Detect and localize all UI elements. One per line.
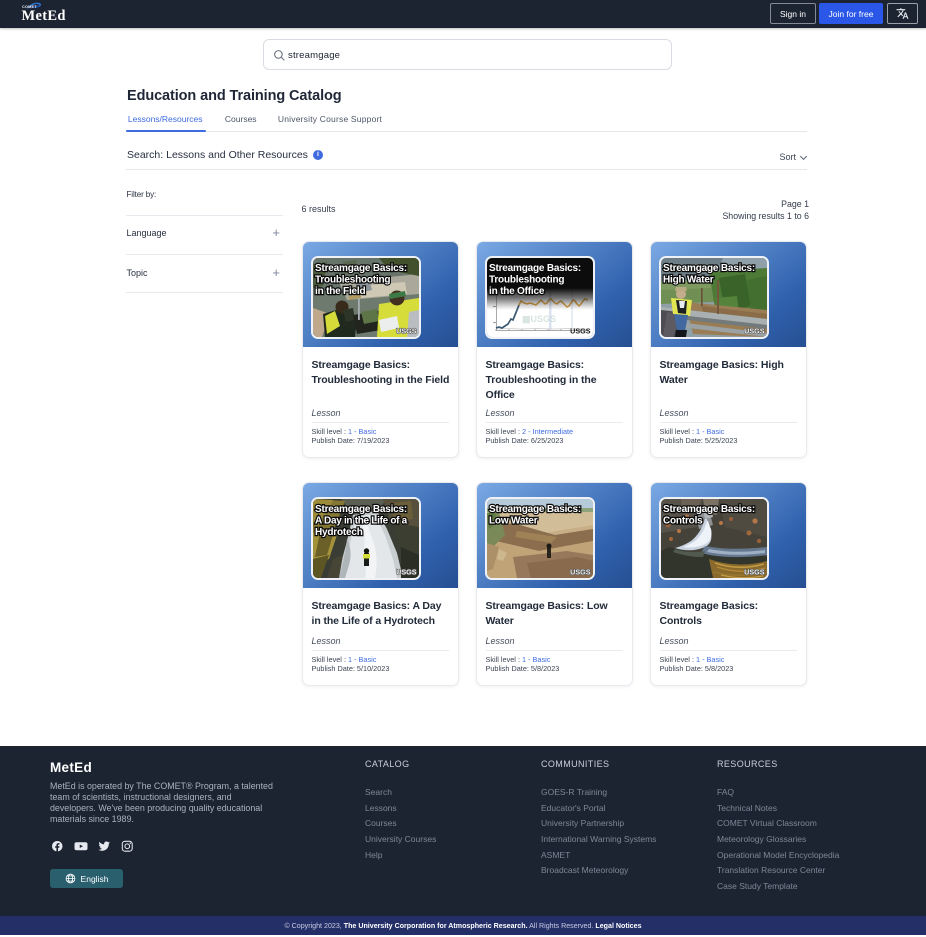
svg-text:Streamgage Basics:: Streamgage Basics:	[489, 263, 581, 274]
svg-text:USGS: USGS	[570, 568, 591, 577]
svg-text:USGS: USGS	[396, 327, 417, 336]
svg-text:USGS: USGS	[570, 327, 591, 336]
svg-text:Streamgage Basics:: Streamgage Basics:	[315, 263, 407, 274]
svg-text:Hydrotech: Hydrotech	[315, 527, 363, 538]
svg-text:Troubleshooting: Troubleshooting	[489, 275, 564, 286]
svg-text:in the Office: in the Office	[489, 286, 545, 297]
svg-text:Low Water: Low Water	[489, 516, 538, 527]
svg-text:Streamgage Basics:: Streamgage Basics:	[489, 504, 581, 515]
svg-text:in the Field: in the Field	[315, 286, 365, 297]
svg-text:USGS: USGS	[744, 327, 765, 336]
svg-text:Streamgage Basics:: Streamgage Basics:	[663, 504, 755, 515]
svg-text:USGS: USGS	[396, 568, 417, 577]
svg-text:USGS: USGS	[744, 568, 765, 577]
svg-text:Streamgage Basics:: Streamgage Basics:	[663, 263, 755, 274]
svg-text:▦USGS: ▦USGS	[522, 314, 556, 324]
svg-text:Troubleshooting: Troubleshooting	[315, 275, 390, 286]
svg-text:High Water: High Water	[663, 275, 714, 286]
svg-text:A Day in the Life of a: A Day in the Life of a	[315, 516, 408, 527]
svg-text:Streamgage Basics:: Streamgage Basics:	[315, 504, 407, 515]
svg-text:Controls: Controls	[663, 516, 703, 527]
